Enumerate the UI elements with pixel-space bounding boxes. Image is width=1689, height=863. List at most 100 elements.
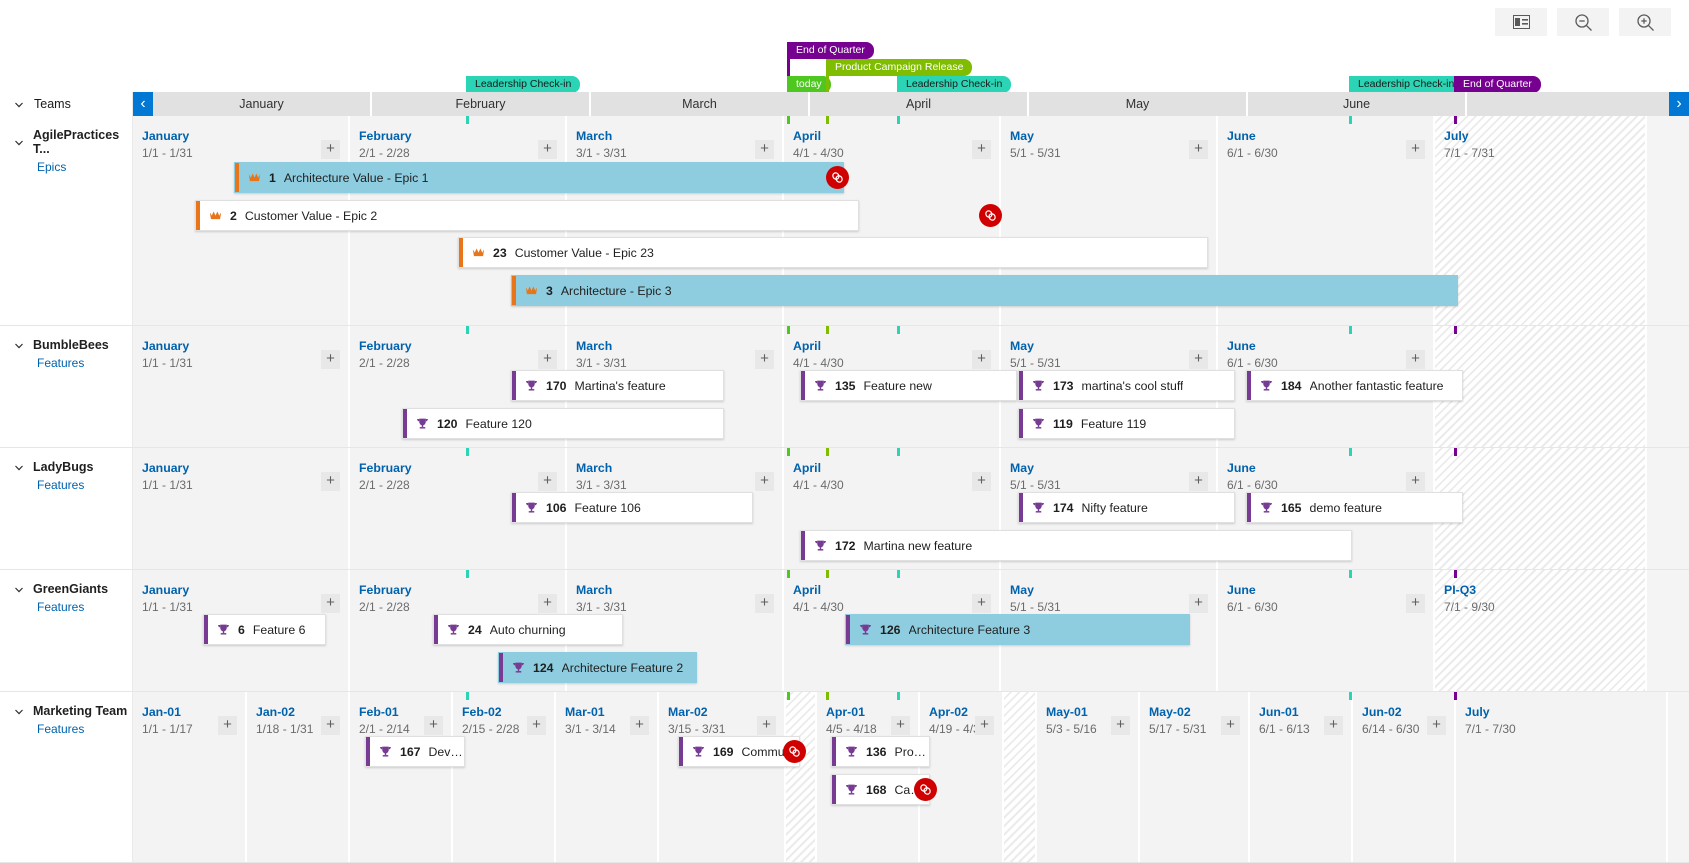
add-work-item-button[interactable]: + [424, 716, 443, 735]
add-work-item-button[interactable]: + [321, 716, 340, 735]
sprint-name[interactable]: January [142, 583, 348, 597]
dependency-badge-icon[interactable] [783, 740, 806, 763]
work-item-card[interactable]: 120 Feature 120 [402, 408, 724, 439]
sprint-name[interactable]: April [793, 129, 999, 143]
chevron-down-icon[interactable] [14, 99, 24, 109]
month-header-june[interactable]: June [1248, 92, 1465, 116]
settings-panel-button[interactable] [1495, 8, 1547, 36]
sprint-name[interactable]: June [1227, 339, 1433, 353]
team-backlog-link[interactable]: Features [37, 600, 132, 614]
add-work-item-button[interactable]: + [1406, 594, 1425, 613]
work-item-card[interactable]: 174 Nifty feature [1018, 492, 1235, 523]
work-item-card[interactable]: 165 demo feature [1246, 492, 1463, 523]
add-work-item-button[interactable]: + [321, 472, 340, 491]
dependency-badge-icon[interactable] [826, 166, 849, 189]
scroll-left-button[interactable]: ‹ [133, 92, 153, 116]
add-work-item-button[interactable]: + [755, 594, 774, 613]
add-work-item-button[interactable]: + [891, 716, 910, 735]
add-work-item-button[interactable]: + [1427, 716, 1446, 735]
work-item-card[interactable]: 23 Customer Value - Epic 23 [458, 237, 1208, 268]
sprint-name[interactable]: March [576, 583, 782, 597]
sprint-name[interactable]: May [1010, 339, 1216, 353]
zoom-out-button[interactable] [1557, 8, 1609, 36]
sprint-name[interactable]: July [1465, 705, 1666, 719]
work-item-card[interactable]: 24 Auto churning [433, 614, 623, 645]
add-work-item-button[interactable]: + [972, 594, 991, 613]
add-work-item-button[interactable]: + [218, 716, 237, 735]
work-item-card[interactable]: 173 martina's cool stuff [1018, 370, 1235, 401]
add-work-item-button[interactable]: + [321, 350, 340, 369]
chevron-down-icon[interactable] [14, 137, 24, 147]
add-work-item-button[interactable]: + [1189, 472, 1208, 491]
work-item-card[interactable]: 169Communica... [678, 736, 800, 767]
zoom-in-button[interactable] [1619, 8, 1671, 36]
milestone-flag[interactable]: Leadership Check-in [900, 76, 1012, 93]
milestone-flag[interactable]: Leadership Check-in [469, 76, 581, 93]
add-work-item-button[interactable]: + [1111, 716, 1130, 735]
sprint-name[interactable]: PI-Q3 [1444, 583, 1645, 597]
add-work-item-button[interactable]: + [972, 140, 991, 159]
add-work-item-button[interactable]: + [972, 350, 991, 369]
chevron-down-icon[interactable] [14, 584, 24, 594]
sprint-name[interactable]: July [1444, 129, 1645, 143]
month-header-april[interactable]: April [810, 92, 1027, 116]
chevron-down-icon[interactable] [14, 340, 24, 350]
work-item-card[interactable]: 170 Martina's feature [511, 370, 724, 401]
work-item-card[interactable]: 6 Feature 6 [203, 614, 326, 645]
work-item-card[interactable]: 119 Feature 119 [1018, 408, 1235, 439]
chevron-down-icon[interactable] [14, 706, 24, 716]
sprint-name[interactable]: March [576, 129, 782, 143]
add-work-item-button[interactable]: + [1324, 716, 1343, 735]
add-work-item-button[interactable]: + [975, 716, 994, 735]
chevron-down-icon[interactable] [14, 462, 24, 472]
dependency-badge-icon[interactable] [914, 778, 937, 801]
team-backlog-link[interactable]: Features [37, 356, 132, 370]
team-name-row[interactable]: GreenGiants [14, 582, 132, 596]
sprint-name[interactable]: January [142, 339, 348, 353]
dependency-badge-icon[interactable] [979, 204, 1002, 227]
work-item-card[interactable]: 135 Feature new [800, 370, 1017, 401]
sprint-name[interactable]: January [142, 129, 348, 143]
month-header-january[interactable]: January [153, 92, 370, 116]
sprint-name[interactable]: April [793, 339, 999, 353]
add-work-item-button[interactable]: + [527, 716, 546, 735]
add-work-item-button[interactable]: + [321, 140, 340, 159]
add-work-item-button[interactable]: + [1189, 140, 1208, 159]
sprint-name[interactable]: January [142, 461, 348, 475]
sprint-name[interactable]: May [1010, 461, 1216, 475]
sprint-name[interactable]: April [793, 583, 999, 597]
add-work-item-button[interactable]: + [1189, 594, 1208, 613]
work-item-card[interactable]: 3 Architecture - Epic 3 [511, 275, 1458, 306]
add-work-item-button[interactable]: + [538, 350, 557, 369]
work-item-card[interactable]: 172 Martina new feature [800, 530, 1352, 561]
add-work-item-button[interactable]: + [1221, 716, 1240, 735]
sprint-name[interactable]: February [359, 129, 565, 143]
work-item-card[interactable]: 2 Customer Value - Epic 2 [195, 200, 859, 231]
milestone-flag[interactable]: Product Campaign Release [829, 59, 973, 76]
add-work-item-button[interactable]: + [757, 716, 776, 735]
add-work-item-button[interactable]: + [538, 140, 557, 159]
add-work-item-button[interactable]: + [1406, 350, 1425, 369]
scroll-right-button[interactable]: › [1669, 92, 1689, 116]
sprint-name[interactable]: February [359, 583, 565, 597]
sprint-name[interactable]: June [1227, 583, 1433, 597]
work-item-card[interactable]: 126 Architecture Feature 3 [845, 614, 1190, 645]
work-item-card[interactable]: 184 Another fantastic feature [1246, 370, 1463, 401]
sprint-name[interactable]: February [359, 461, 565, 475]
sprint-name[interactable]: March [576, 461, 782, 475]
sprint-name[interactable]: May [1010, 583, 1216, 597]
add-work-item-button[interactable]: + [755, 472, 774, 491]
milestone-flag[interactable]: Leadership Check-in [1352, 76, 1464, 93]
milestone-flag[interactable]: End of Quarter [790, 42, 874, 59]
month-header-march[interactable]: March [591, 92, 808, 116]
team-backlog-link[interactable]: Epics [37, 160, 132, 174]
team-name-row[interactable]: Marketing Team [14, 704, 132, 718]
add-work-item-button[interactable]: + [630, 716, 649, 735]
sprint-name[interactable]: May [1010, 129, 1216, 143]
add-work-item-button[interactable]: + [321, 594, 340, 613]
milestone-flag[interactable]: today [790, 76, 831, 93]
add-work-item-button[interactable]: + [755, 350, 774, 369]
add-work-item-button[interactable]: + [1406, 472, 1425, 491]
add-work-item-button[interactable]: + [538, 594, 557, 613]
sprint-name[interactable]: February [359, 339, 565, 353]
